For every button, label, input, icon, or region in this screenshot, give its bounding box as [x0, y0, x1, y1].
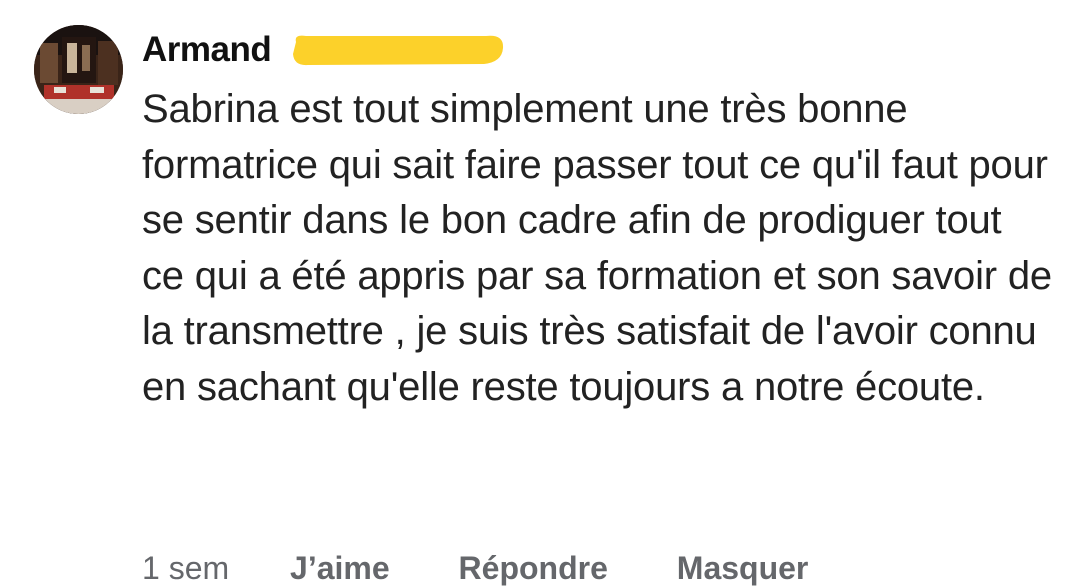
timestamp[interactable]: 1 sem: [142, 548, 229, 588]
reply-button[interactable]: Répondre: [459, 548, 608, 588]
hide-button[interactable]: Masquer: [677, 548, 809, 588]
redaction-highlight: [293, 35, 504, 66]
comment: Armand Sabrina est tout simplement une t…: [0, 0, 1067, 586]
avatar-photo: [34, 25, 123, 114]
comment-actions: 1 sem J’aime Répondre Masquer: [142, 548, 808, 588]
like-button[interactable]: J’aime: [290, 548, 390, 588]
author-name[interactable]: Armand: [142, 30, 272, 69]
avatar[interactable]: [34, 25, 123, 114]
author-row: Armand: [142, 28, 504, 72]
comment-text: Sabrina est tout simplement une très bon…: [142, 87, 1052, 409]
